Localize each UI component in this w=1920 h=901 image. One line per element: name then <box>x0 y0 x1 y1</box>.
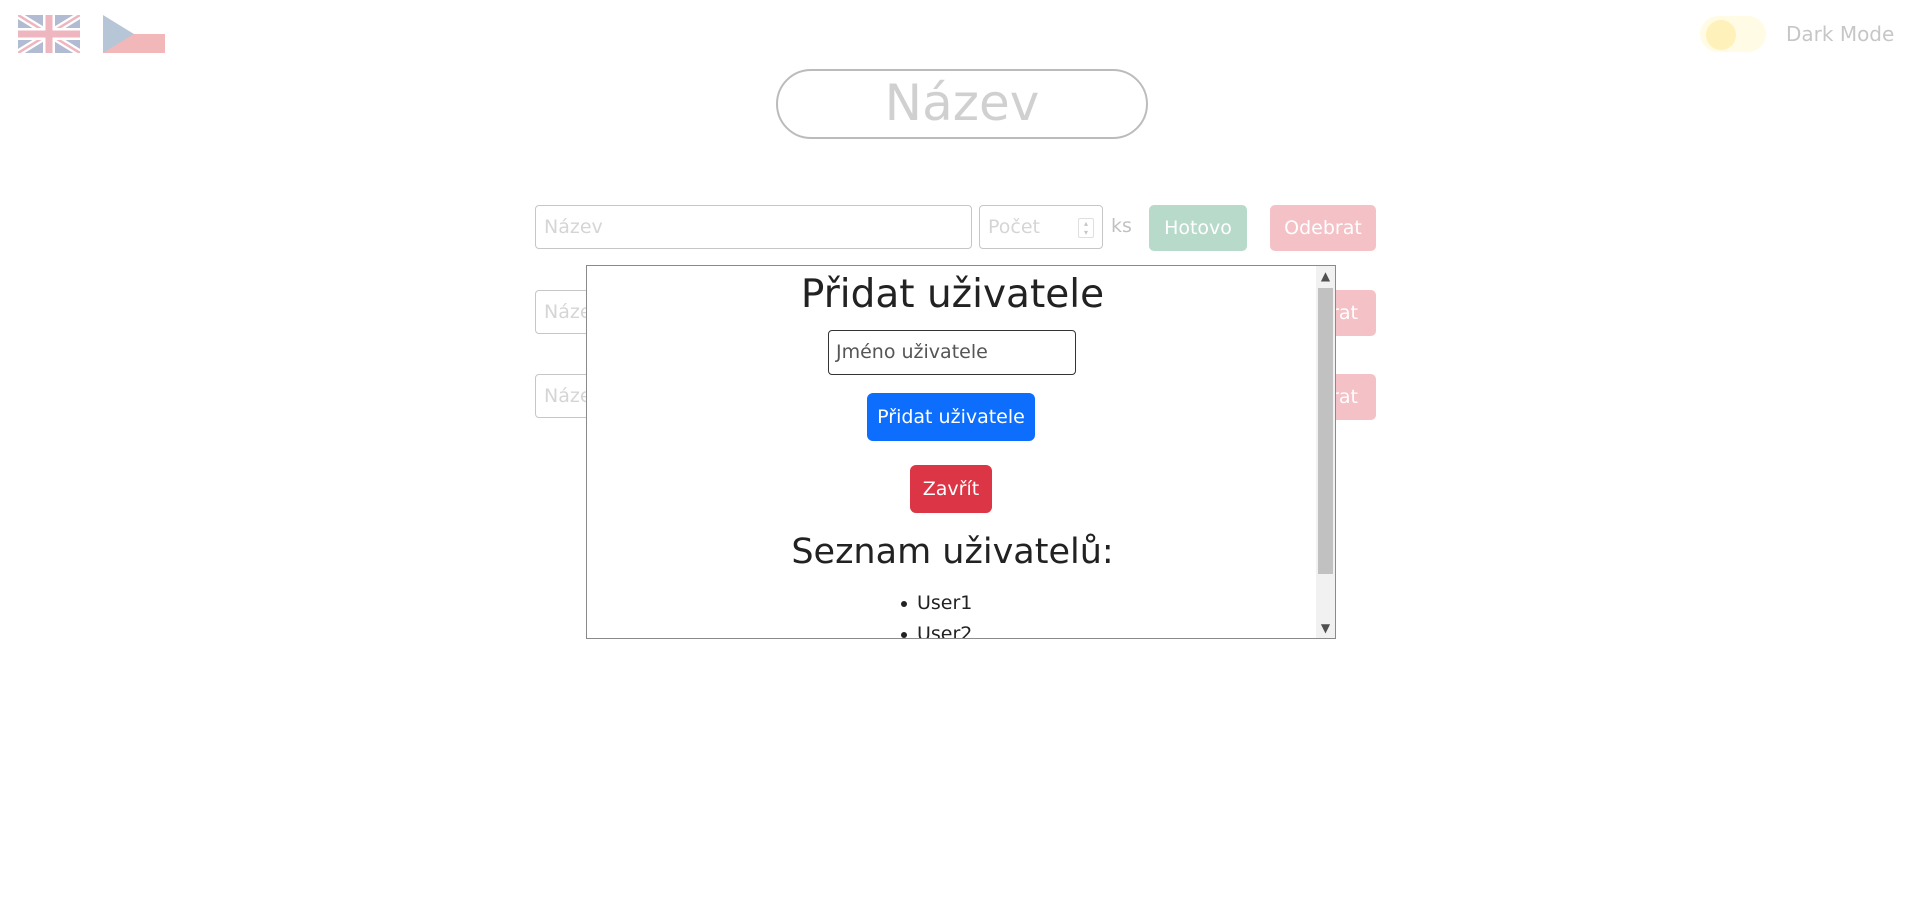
list-title-input[interactable]: Název <box>776 69 1148 139</box>
item-count-input[interactable]: Počet ▴ ▾ <box>979 205 1103 249</box>
list-item: User2 <box>901 619 972 638</box>
modal-scrollbar[interactable]: ▲ ▼ <box>1316 266 1335 638</box>
dark-mode-switch[interactable]: Dark Mode <box>1700 14 1920 54</box>
chevron-up-icon[interactable]: ▲ <box>1316 266 1335 286</box>
users-heading: Seznam uživatelů: <box>791 532 1114 572</box>
modal-content: Přidat uživatele Jméno uživatele Přidat … <box>587 266 1318 638</box>
spinner-icon[interactable]: ▴ ▾ <box>1078 218 1094 238</box>
cz-flag-icon[interactable] <box>103 15 165 53</box>
toggle-knob <box>1706 20 1736 50</box>
uk-flag-icon[interactable] <box>18 15 80 53</box>
add-user-button[interactable]: Přidat uživatele <box>867 393 1035 441</box>
chevron-down-icon[interactable]: ▼ <box>1316 618 1335 638</box>
scrollbar-thumb[interactable] <box>1318 288 1333 574</box>
remove-button[interactable]: Odebrat <box>1270 205 1376 251</box>
unit-label: ks <box>1111 215 1132 237</box>
dark-mode-toggle[interactable] <box>1700 16 1766 52</box>
item-count-placeholder: Počet <box>988 216 1040 238</box>
list-item: User1 <box>901 588 972 619</box>
add-user-modal: Přidat uživatele Jméno uživatele Přidat … <box>586 265 1336 639</box>
modal-title: Přidat uživatele <box>800 272 1105 317</box>
user-list: User1 User2 <box>901 588 972 638</box>
item-name-input[interactable]: Název <box>535 205 972 249</box>
close-button[interactable]: Zavřít <box>910 465 992 513</box>
done-button[interactable]: Hotovo <box>1149 205 1247 251</box>
dark-mode-label: Dark Mode <box>1786 22 1895 46</box>
username-input[interactable]: Jméno uživatele <box>828 330 1076 375</box>
